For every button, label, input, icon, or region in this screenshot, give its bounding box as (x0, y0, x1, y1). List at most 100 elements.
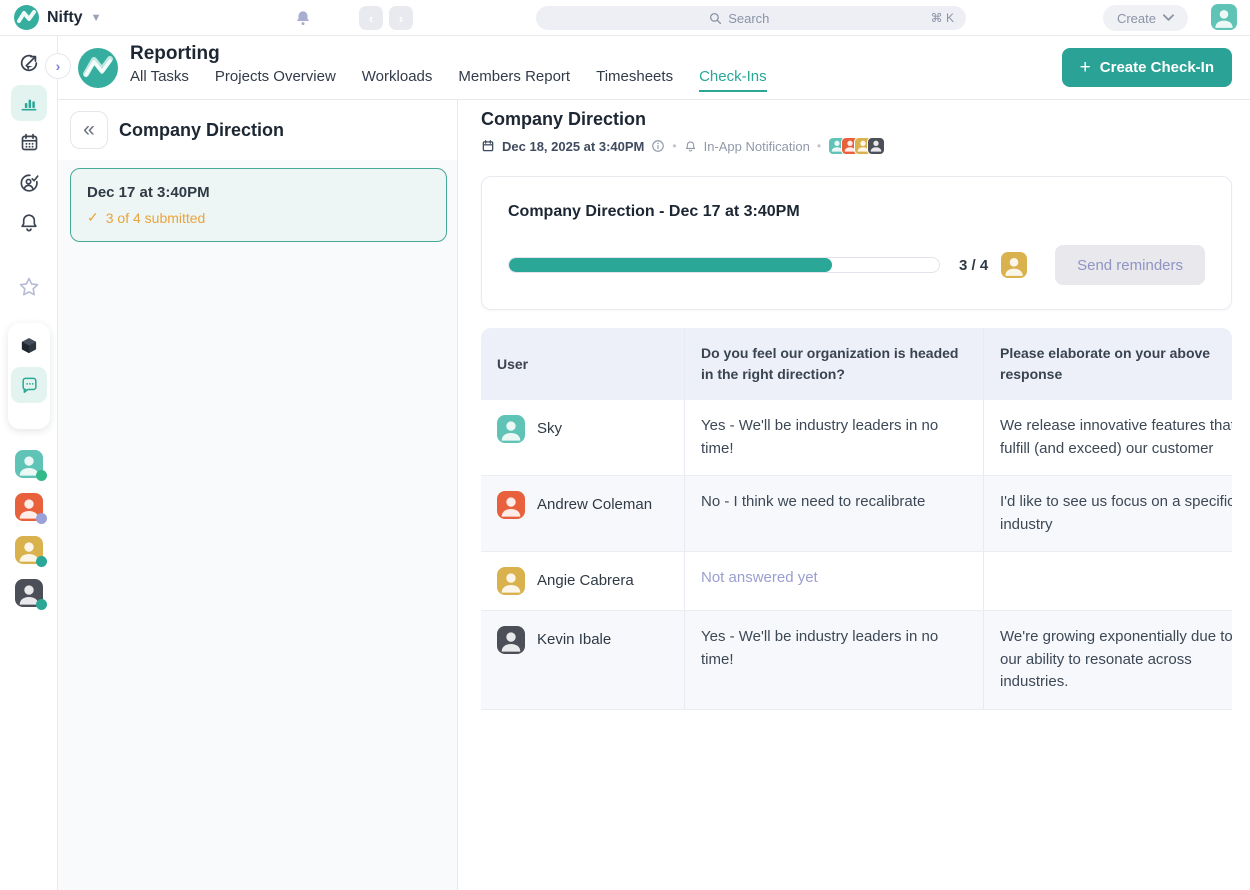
checkin-title: Company Direction (481, 109, 1232, 130)
column-header-question2: Please elaborate on your above response (983, 328, 1232, 400)
plus-icon: + (1080, 58, 1091, 77)
user-name: Kevin Ibale (537, 629, 611, 652)
chevron-down-icon: ▼ (91, 12, 102, 24)
summary-title: Company Direction - Dec 17 at 3:40PM (508, 203, 1205, 221)
notification-type: In-App Notification (704, 139, 810, 154)
topbar: Nifty ▼ ‹ › Search ⌘ K Create (0, 0, 1250, 36)
team-avatars (15, 450, 43, 607)
calendar-icon (481, 139, 495, 153)
tab-check-ins[interactable]: Check-Ins (699, 68, 767, 92)
checkin-item-status: ✓ 3 of 4 submitted (87, 209, 430, 226)
column-header-user: User (481, 328, 684, 400)
avatar (1001, 252, 1027, 278)
tab-members-report[interactable]: Members Report (458, 68, 570, 92)
table-body: Sky Yes - We'll be industry leaders in no… (481, 400, 1232, 710)
sidebar-user-avatar[interactable] (15, 493, 43, 521)
checkin-summary-card: Company Direction - Dec 17 at 3:40PM 3 /… (481, 176, 1232, 310)
reports-icon[interactable] (11, 85, 47, 121)
answer-cell: Yes - We'll be industry leaders in no ti… (684, 400, 983, 475)
tab-projects-overview[interactable]: Projects Overview (215, 68, 336, 92)
search-input[interactable]: Search ⌘ K (536, 6, 966, 30)
separator-dot: • (817, 139, 821, 153)
tab-timesheets[interactable]: Timesheets (596, 68, 673, 92)
report-tabs: All Tasks Projects Overview Workloads Membe… (130, 68, 767, 92)
user-name: Andrew Coleman (537, 494, 652, 517)
user-cell: Andrew Coleman (481, 476, 684, 551)
checkin-schedule: Dec 18, 2025 at 3:40PM (502, 139, 644, 154)
workspace-logo-icon[interactable] (78, 48, 118, 88)
favorites-star-icon[interactable] (11, 269, 47, 305)
answer-placeholder: Not answered yet (684, 552, 983, 610)
forward-button[interactable]: › (389, 6, 413, 30)
notifications-bell-icon[interactable] (294, 9, 312, 27)
check-icon: ✓ (87, 209, 99, 226)
create-check-in-button[interactable]: + Create Check-In (1062, 48, 1232, 87)
user-name: Angie Cabrera (537, 570, 634, 593)
create-check-in-label: Create Check-In (1100, 59, 1214, 76)
checkin-status-text: 3 of 4 submitted (106, 210, 206, 226)
progress-fill (509, 258, 832, 272)
presence-dot (36, 556, 47, 567)
page-header: › Reporting All TasksProjects OverviewWo… (58, 36, 1250, 100)
tab-workloads[interactable]: Workloads (362, 68, 433, 92)
current-user-avatar[interactable] (1211, 4, 1237, 30)
chevron-down-icon (1163, 14, 1174, 22)
user-cell: Kevin Ibale (481, 611, 684, 709)
avatar (497, 567, 525, 595)
page-title: Reporting (130, 43, 767, 65)
presence-dot (36, 599, 47, 610)
submission-progress-bar (508, 257, 940, 273)
checkin-list-header: « Company Direction (58, 100, 457, 160)
avatar (497, 626, 525, 654)
search-icon (709, 12, 722, 25)
checkin-meta: Dec 18, 2025 at 3:40PM • In-App Notifica… (481, 137, 1232, 155)
icon-rail (0, 36, 58, 890)
user-cell: Sky (481, 400, 684, 475)
sidebar-user-avatar[interactable] (15, 536, 43, 564)
chat-icon[interactable] (11, 367, 47, 403)
checkin-list-item[interactable]: Dec 17 at 3:40PM ✓ 3 of 4 submitted (70, 168, 447, 242)
checkin-list-panel: « Company Direction Dec 17 at 3:40PM ✓ 3… (58, 100, 458, 890)
separator-dot: • (672, 139, 676, 153)
sidebar-user-avatar[interactable] (15, 450, 43, 478)
history-nav: ‹ › (359, 6, 413, 30)
search-shortcut: ⌘ K (931, 11, 954, 25)
avatar (867, 137, 885, 155)
avatar (497, 415, 525, 443)
discover-icon[interactable] (11, 45, 47, 81)
sidebar-expand-button[interactable]: › (45, 53, 71, 79)
send-reminders-button[interactable]: Send reminders (1055, 245, 1205, 285)
nifty-brand-menu[interactable]: Nifty ▼ (14, 5, 101, 30)
checkin-item-date: Dec 17 at 3:40PM (87, 184, 430, 201)
avatar (1211, 4, 1237, 30)
table-row: Sky Yes - We'll be industry leaders in no… (481, 400, 1232, 476)
collapse-panel-button[interactable]: « (70, 111, 108, 149)
bell-icon (684, 140, 697, 153)
pending-user-avatar[interactable] (1001, 252, 1027, 278)
calendar-icon[interactable] (11, 124, 47, 160)
presence-dot (36, 513, 47, 524)
elaboration-cell (983, 552, 1232, 610)
column-header-question1: Do you feel our organization is headed i… (684, 328, 983, 400)
table-row: Angie Cabrera Not answered yet (481, 552, 1232, 611)
search-placeholder: Search (728, 11, 769, 26)
create-menu-button[interactable]: Create (1103, 5, 1188, 31)
answer-cell: No - I think we need to recalibrate (684, 476, 983, 551)
tab-all-tasks[interactable]: All Tasks (130, 68, 189, 92)
progress-count: 3 / 4 (959, 257, 988, 274)
table-row: Kevin IbaleYes - We'll be industry leade… (481, 611, 1232, 710)
nifty-logo-icon (14, 5, 39, 30)
presence-dot (36, 470, 47, 481)
elaboration-cell: We release innovative features thatfulfi… (983, 400, 1232, 475)
info-icon[interactable] (651, 139, 665, 153)
checkin-detail: Company Direction Dec 18, 2025 at 3:40PM (458, 100, 1250, 890)
participant-avatars[interactable] (828, 137, 885, 155)
user-name: Sky (537, 418, 562, 441)
back-button[interactable]: ‹ (359, 6, 383, 30)
elaboration-cell: We're growing exponentially due toour ab… (983, 611, 1232, 709)
bell-icon[interactable] (11, 205, 47, 241)
sidebar-user-avatar[interactable] (15, 579, 43, 607)
avatar (497, 491, 525, 519)
modules-cube-icon[interactable] (11, 328, 47, 364)
my-work-icon[interactable] (11, 165, 47, 201)
